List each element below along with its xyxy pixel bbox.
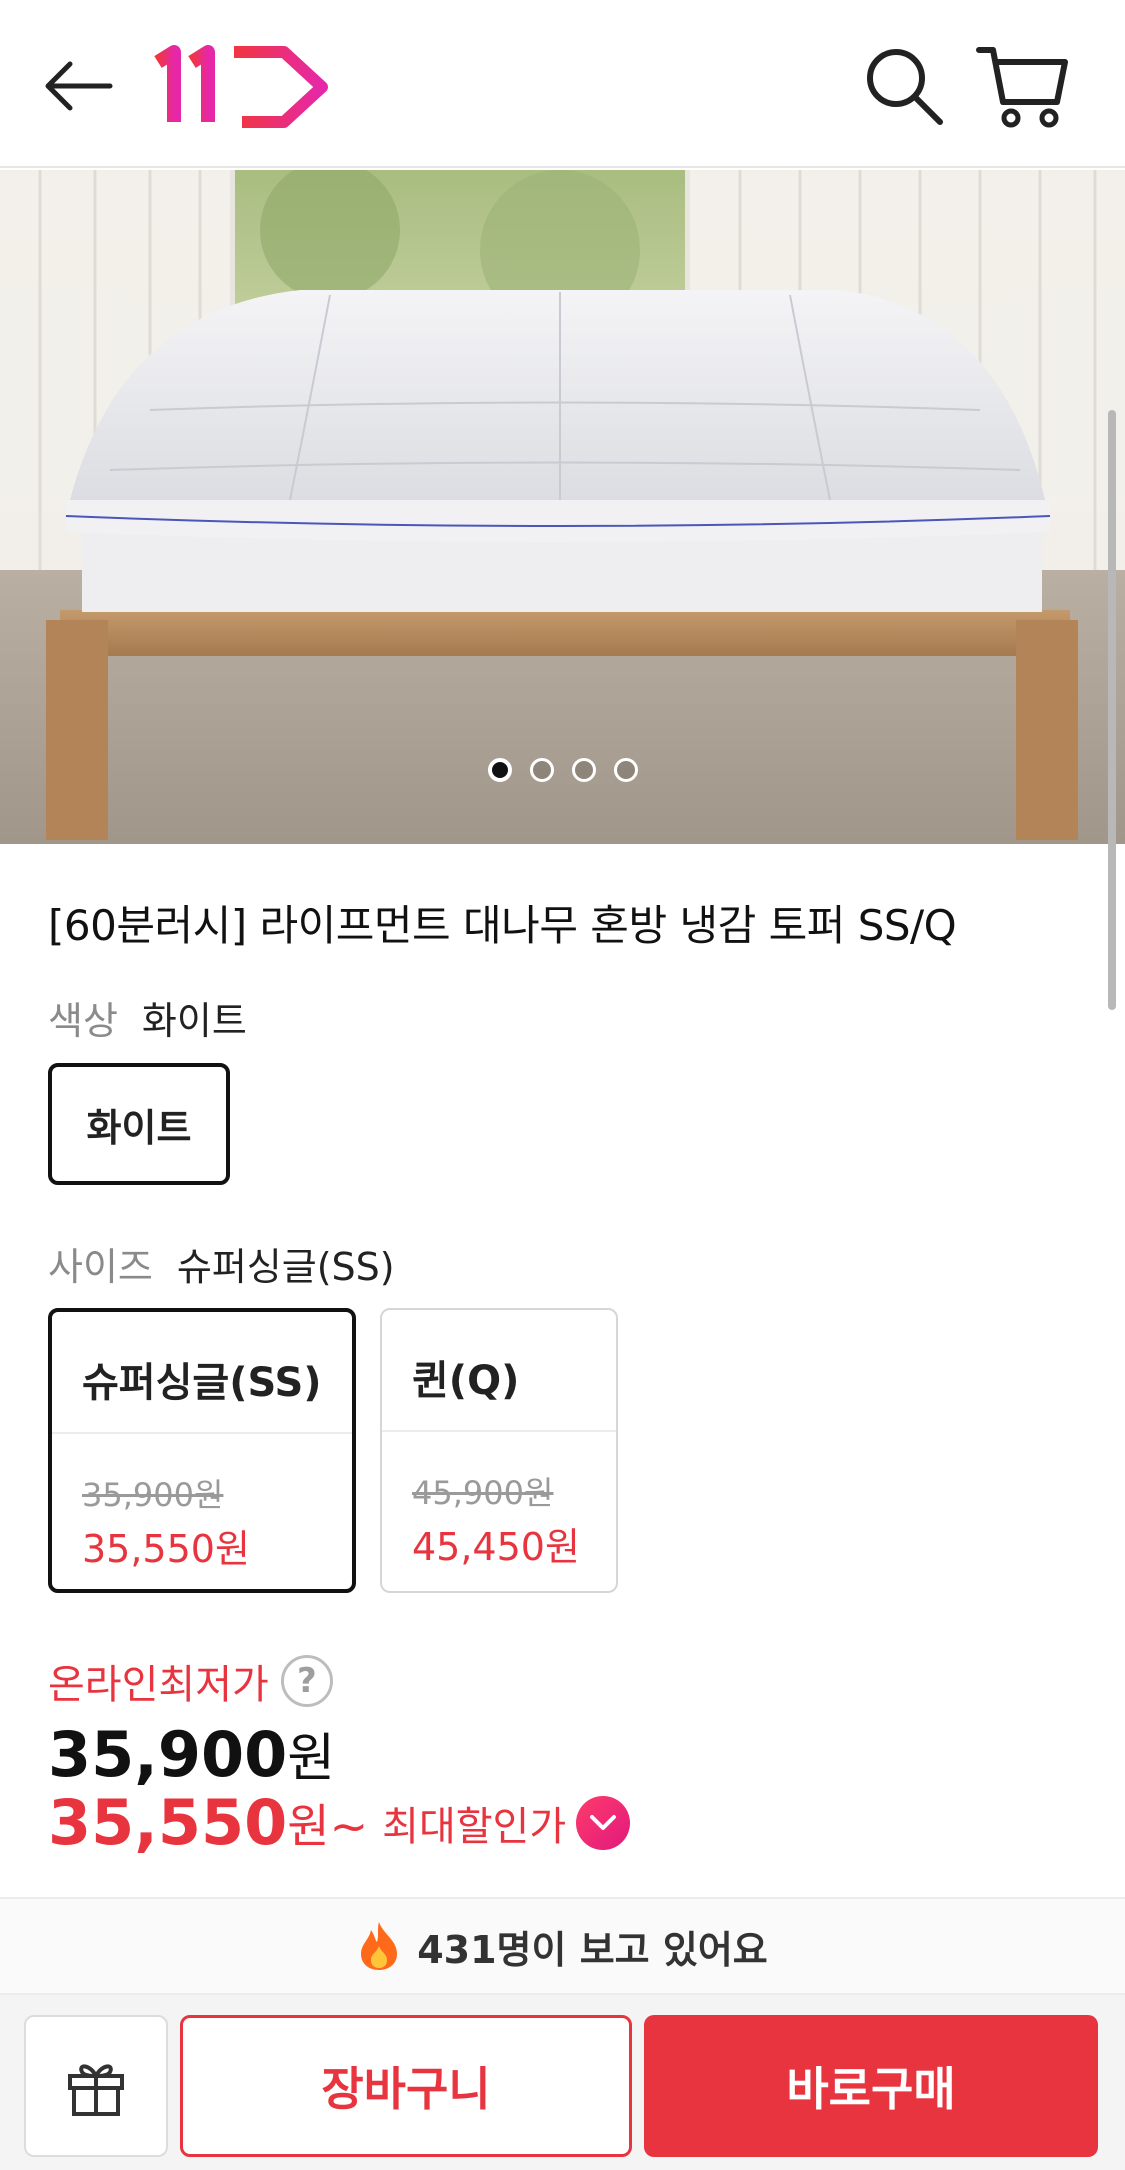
color-chip-label: 화이트 [86, 1105, 192, 1150]
sale-price-unit: 원~ [287, 1798, 369, 1853]
carousel-dot[interactable] [529, 758, 554, 782]
gift-button[interactable] [24, 2015, 168, 2157]
divider [52, 1432, 352, 1434]
sale-price-number: 35,550 [48, 1786, 288, 1859]
top-header [0, 0, 1125, 168]
color-chip-white[interactable]: 화이트 [48, 1063, 230, 1185]
back-button[interactable] [36, 44, 120, 128]
carousel-indicator [0, 758, 1125, 782]
max-discount-label: 최대할인가 [382, 1803, 567, 1850]
search-button[interactable] [860, 42, 950, 132]
fire-icon [361, 1922, 398, 1970]
max-discount-price-row[interactable]: 35,550 원~ 최대할인가 [48, 1786, 631, 1859]
product-photo [0, 170, 1125, 844]
buy-now-button[interactable]: 바로구매 [644, 2015, 1098, 2157]
size-option-q[interactable]: 퀸(Q) 45,900원 45,450원 [380, 1308, 618, 1593]
question-circle-icon[interactable]: ? [280, 1655, 333, 1707]
carousel-dot[interactable] [571, 758, 596, 782]
search-icon [867, 49, 943, 125]
size-option-ss[interactable]: 슈퍼싱글(SS) 35,900원 35,550원 [48, 1308, 356, 1593]
carousel-dot[interactable] [613, 758, 638, 782]
scrollbar[interactable] [1108, 410, 1116, 1010]
eleven-street-logo[interactable] [152, 40, 332, 132]
product-image-carousel[interactable] [0, 170, 1125, 844]
gift-icon [68, 2064, 124, 2116]
product-title: [60분러시] 라이프먼트 대나무 혼방 냉감 토퍼 SS/Q [48, 901, 957, 950]
add-to-cart-button[interactable]: 장바구니 [180, 2015, 632, 2157]
live-viewers-banner: 431명이 보고 있어요 [0, 1897, 1125, 1995]
size-sale-price: 45,450원 [412, 1525, 580, 1569]
size-sale-price: 35,550원 [82, 1527, 250, 1571]
cart-icon [976, 47, 1068, 128]
cart-button[interactable] [975, 40, 1075, 132]
color-selected-value: 화이트 [141, 999, 247, 1043]
chevron-down-icon [590, 1814, 617, 1830]
expand-discount-button[interactable] [576, 1795, 631, 1850]
size-option-name: 퀸(Q) [412, 1358, 520, 1404]
color-label: 색상 [48, 999, 118, 1043]
original-price: 35,900원 [48, 1716, 335, 1791]
divider [382, 1430, 616, 1432]
bottom-action-bar: 장바구니 바로구매 [0, 1995, 1125, 2170]
original-price-unit: 원 [287, 1729, 336, 1789]
size-option-row: 사이즈 슈퍼싱글(SS) [48, 1236, 395, 1291]
size-label: 사이즈 [48, 1245, 153, 1289]
size-option-name: 슈퍼싱글(SS) [82, 1360, 322, 1406]
size-selected-value: 슈퍼싱글(SS) [176, 1245, 395, 1289]
arrow-left-icon [45, 61, 113, 111]
size-original-price: 35,900원 [82, 1476, 224, 1514]
size-original-price: 45,900원 [412, 1474, 554, 1512]
carousel-dot[interactable] [487, 758, 512, 782]
original-price-number: 35,900 [48, 1718, 288, 1791]
viewers-text: 431명이 보고 있어요 [417, 1927, 768, 1972]
color-option-row: 색상 화이트 [48, 990, 247, 1045]
lowest-price-label: 온라인최저가 [48, 1662, 269, 1708]
lowest-price-label-row: 온라인최저가 ? [48, 1652, 333, 1710]
